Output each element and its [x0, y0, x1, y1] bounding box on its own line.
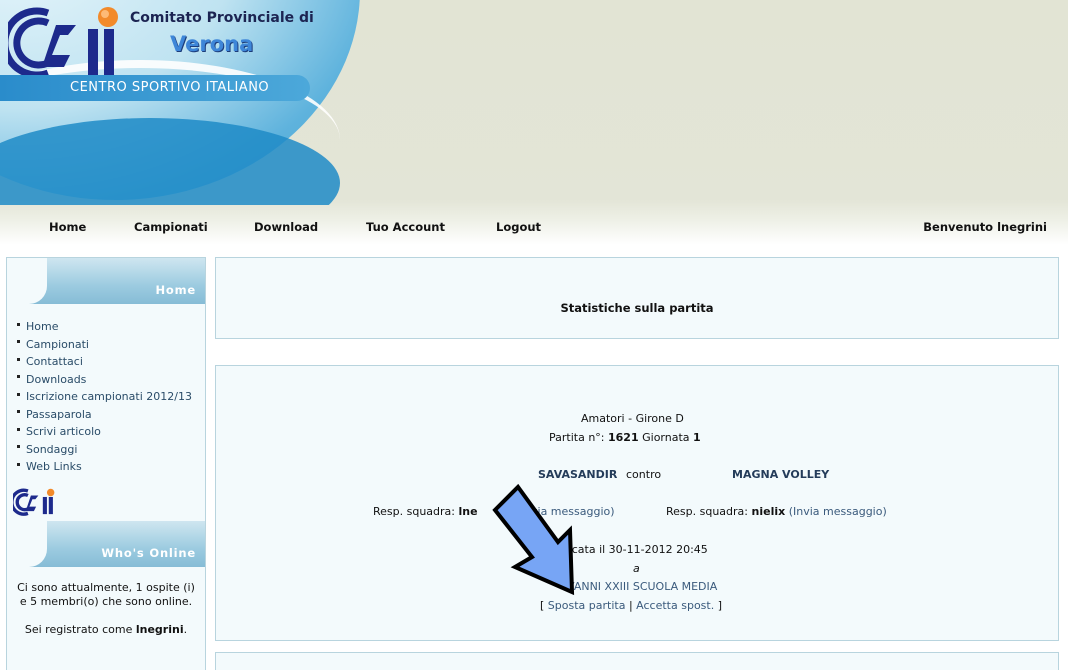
away-team-name: MAGNA VOLLEY [732, 468, 830, 481]
sidebar-link-passaparola[interactable]: Passaparola [26, 408, 92, 421]
sidebar-online-title: Who's Online [101, 545, 196, 560]
sidebar-link-home[interactable]: Home [26, 320, 58, 333]
site-header: Comitato Provinciale di Verona CENTRO SP… [0, 0, 1068, 245]
round-number: 1 [693, 431, 701, 444]
registered-as-text: Sei registrato come lnegrini. [24, 622, 188, 636]
match-info: Partita n°: 1621 Giornata 1 [549, 431, 701, 444]
accept-move-link[interactable]: Accetta spost. [636, 599, 714, 612]
away-manager-name: nielix [751, 505, 786, 518]
nav-tuo-account[interactable]: Tuo Account [366, 220, 445, 234]
csi-verona-logo[interactable]: Comitato Provinciale di Verona CENTRO SP… [0, 0, 370, 205]
sidebar-menu: Home Campionati Contattaci Downloads Isc… [7, 304, 205, 476]
sidebar-link-scrivi-articolo[interactable]: Scrivi articolo [26, 425, 101, 438]
logo-committee-text: Comitato Provinciale di [130, 10, 314, 26]
sidebar-item-downloads: Downloads [17, 371, 205, 389]
sidebar-home-header: Home [7, 258, 205, 304]
sidebar-link-web-links[interactable]: Web Links [26, 460, 82, 473]
nav-download[interactable]: Download [254, 220, 318, 234]
pointer-arrow-icon [492, 483, 575, 596]
sidebar-link-iscrizione[interactable]: Iscrizione campionati 2012/13 [26, 390, 192, 403]
page-title: Statistiche sulla partita [560, 301, 714, 315]
match-date: ocata il 30-11-2012 20:45 [565, 543, 708, 556]
sidebar-online-header: Who's Online [7, 520, 205, 567]
csi-small-logo-icon [10, 488, 55, 516]
next-panel [215, 652, 1059, 670]
venue-prefix: a [633, 562, 640, 575]
away-team-manager: Resp. squadra: nielix (Invia messaggio) [666, 505, 887, 518]
sidebar-link-sondaggi[interactable]: Sondaggi [26, 443, 77, 456]
sidebar-link-contattaci[interactable]: Contattaci [26, 355, 83, 368]
online-count-text: Ci sono attualmente, 1 ospite (i) e 5 me… [17, 580, 195, 608]
home-team-manager: Resp. squadra: lne [373, 505, 478, 518]
sidebar-link-campionati[interactable]: Campionati [26, 338, 89, 351]
sidebar-item-campionati: Campionati [17, 336, 205, 354]
versus-text: contro [626, 468, 662, 481]
competition-name: Amatori - Girone D [581, 412, 684, 425]
home-team-name: SAVASANDIR [538, 468, 618, 481]
sidebar-item-scrivi-articolo: Scrivi articolo [17, 423, 205, 441]
nav-campionati[interactable]: Campionati [134, 220, 208, 234]
nav-logout[interactable]: Logout [496, 220, 541, 234]
csi-emblem-icon [8, 7, 118, 79]
away-send-message-link[interactable]: (Invia messaggio) [789, 505, 887, 518]
sidebar-link-downloads[interactable]: Downloads [26, 373, 86, 386]
venue-link[interactable]: VANNI XXIII SCUOLA MEDIA [567, 580, 717, 593]
who-is-online-block: Ci sono attualmente, 1 ospite (i) e 5 me… [7, 567, 205, 637]
sidebar-item-web-links: Web Links [17, 458, 205, 476]
logo-city-text: Verona [170, 32, 254, 56]
match-details-panel: Amatori - Girone D Partita n°: 1621 Gior… [215, 365, 1059, 641]
sidebar: Home Home Campionati Contattaci Download… [6, 257, 206, 670]
sidebar-item-iscrizione: Iscrizione campionati 2012/13 [7, 388, 205, 406]
sidebar-item-sondaggi: Sondaggi [17, 441, 205, 459]
sidebar-home-title: Home [155, 283, 196, 297]
sidebar-item-passaparola: Passaparola [17, 406, 205, 424]
stats-title-panel: Statistiche sulla partita [215, 257, 1059, 339]
logo-banner-text: CENTRO SPORTIVO ITALIANO [70, 80, 270, 95]
top-navigation: Home Campionati Download Tuo Account Log… [0, 218, 1068, 238]
sidebar-item-contattaci: Contattaci [17, 353, 205, 371]
match-number: 1621 [608, 431, 639, 444]
nav-home[interactable]: Home [49, 220, 86, 234]
home-manager-name: lne [458, 505, 478, 518]
welcome-message: Benvenuto lnegrini [923, 220, 1047, 234]
logo-banner: CENTRO SPORTIVO ITALIANO [0, 75, 310, 101]
registered-username: lnegrini [135, 622, 184, 636]
sidebar-item-home: Home [17, 318, 205, 336]
